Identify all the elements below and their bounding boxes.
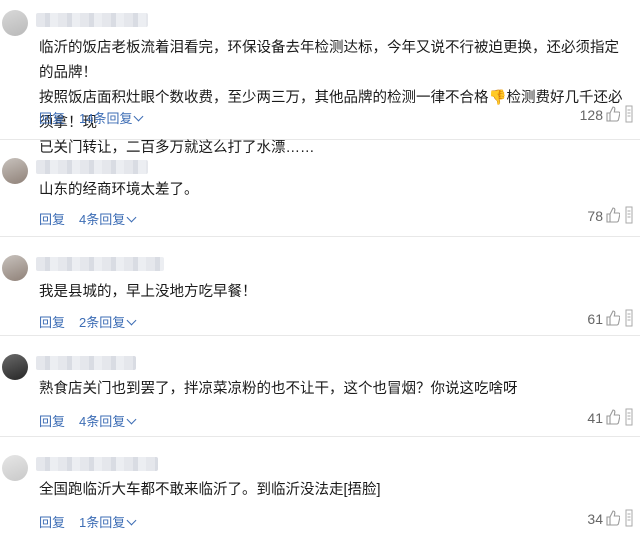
reply-button[interactable]: 回复 bbox=[39, 411, 65, 430]
username-blurred[interactable] bbox=[36, 257, 164, 271]
username-blurred[interactable] bbox=[36, 457, 158, 471]
view-replies-label: 2条回复 bbox=[79, 315, 126, 330]
view-replies-button[interactable]: 1条回复 bbox=[79, 512, 137, 531]
comment-footer: 回复 4条回复 41 bbox=[39, 408, 634, 431]
view-replies-button[interactable]: 2条回复 bbox=[79, 312, 137, 331]
like-count: 61 bbox=[587, 311, 603, 327]
avatar[interactable] bbox=[2, 158, 28, 184]
view-replies-label: 1条回复 bbox=[79, 515, 126, 530]
username-blurred[interactable] bbox=[36, 160, 148, 174]
view-replies-label: 4条回复 bbox=[79, 414, 126, 429]
thumbs-up-icon[interactable] bbox=[606, 409, 620, 425]
reply-button[interactable]: 回复 bbox=[39, 512, 65, 531]
view-replies-label: 4条回复 bbox=[79, 212, 126, 227]
reply-button[interactable]: 回复 bbox=[39, 209, 65, 228]
username-blurred[interactable] bbox=[36, 13, 148, 27]
avatar[interactable] bbox=[2, 255, 28, 281]
more-options-icon[interactable] bbox=[624, 206, 634, 224]
thumbs-up-icon[interactable] bbox=[606, 510, 620, 526]
comment-text: 熟食店关门也到罢了，拌凉菜凉粉的也不让干，这个也冒烟？你说这吃啥呀 bbox=[39, 381, 518, 397]
chevron-down-icon bbox=[126, 515, 137, 526]
avatar[interactable] bbox=[2, 455, 28, 481]
chevron-down-icon bbox=[126, 414, 137, 425]
reply-button[interactable]: 回复 bbox=[39, 312, 65, 331]
view-replies-button[interactable]: 4条回复 bbox=[79, 411, 137, 430]
thumbs-up-icon[interactable] bbox=[606, 310, 620, 326]
avatar[interactable] bbox=[2, 10, 28, 36]
comment-item: 熟食店关门也到罢了，拌凉菜凉粉的也不让干，这个也冒烟？你说这吃啥呀 回复 4条回… bbox=[0, 336, 640, 437]
avatar[interactable] bbox=[2, 354, 28, 380]
chevron-down-icon bbox=[126, 212, 137, 223]
username-blurred[interactable] bbox=[36, 356, 136, 370]
comment-item: 山东的经商环境太差了。 回复 4条回复 78 bbox=[0, 140, 640, 237]
comment-text: 山东的经商环境太差了。 bbox=[39, 182, 199, 198]
view-replies-label: 14条回复 bbox=[79, 111, 133, 126]
like-count: 41 bbox=[587, 410, 603, 426]
more-options-icon[interactable] bbox=[624, 105, 634, 123]
like-count: 78 bbox=[587, 208, 603, 224]
more-options-icon[interactable] bbox=[624, 408, 634, 426]
like-count: 128 bbox=[579, 107, 603, 123]
comment-footer: 回复 1条回复 34 bbox=[39, 509, 634, 532]
like-count: 34 bbox=[587, 511, 603, 527]
chevron-down-icon bbox=[126, 315, 137, 326]
more-options-icon[interactable] bbox=[624, 509, 634, 527]
comment-text: 全国跑临沂大车都不敢来临沂了。到临沂没法走[捂脸] bbox=[39, 482, 381, 498]
view-replies-button[interactable]: 14条回复 bbox=[79, 108, 144, 127]
reply-button[interactable]: 回复 bbox=[39, 108, 65, 127]
thumbs-up-icon[interactable] bbox=[606, 106, 620, 122]
comment-item: 我是县城的，早上没地方吃早餐！ 回复 2条回复 61 bbox=[0, 237, 640, 336]
comment-footer: 回复 14条回复 128 bbox=[39, 105, 634, 128]
more-options-icon[interactable] bbox=[624, 309, 634, 327]
comment-item: 全国跑临沂大车都不敢来临沂了。到临沂没法走[捂脸] 回复 1条回复 34 bbox=[0, 437, 640, 535]
thumbs-up-icon[interactable] bbox=[606, 207, 620, 223]
comment-footer: 回复 2条回复 61 bbox=[39, 309, 634, 332]
view-replies-button[interactable]: 4条回复 bbox=[79, 209, 137, 228]
chevron-down-icon bbox=[134, 111, 144, 122]
comment-item: 临沂的饭店老板流着泪看完，环保设备去年检测达标，今年又说不行被迫更换，还必须指定… bbox=[0, 0, 640, 156]
comment-footer: 回复 4条回复 78 bbox=[39, 206, 634, 229]
comment-text: 我是县城的，早上没地方吃早餐！ bbox=[39, 284, 257, 300]
